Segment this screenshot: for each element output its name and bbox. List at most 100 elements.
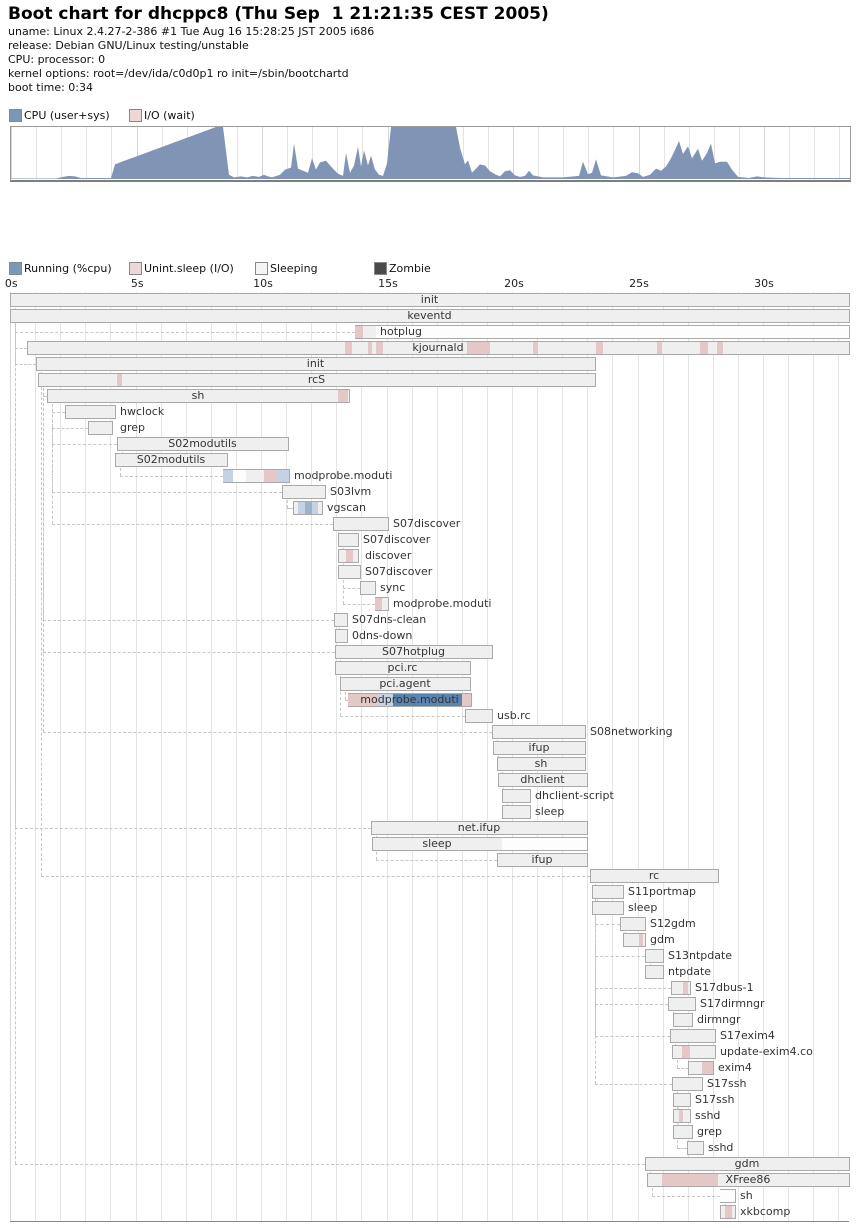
process-label: modprobe.moduti	[393, 597, 491, 611]
process-bar	[671, 981, 691, 995]
process-label: dirmngr	[697, 1013, 741, 1027]
process-bar	[282, 485, 326, 499]
process-label: sleep	[422, 837, 451, 851]
process-bar	[372, 837, 588, 851]
process-label: net.ifup	[371, 821, 587, 835]
process-state-segment	[639, 934, 643, 946]
tree-connector	[52, 428, 88, 429]
process-label: modprobe.moduti	[348, 693, 471, 707]
process-bar	[88, 421, 113, 435]
tree-connector	[52, 404, 53, 524]
process-label: S07discover	[365, 565, 432, 579]
process-tree-chart: initkeventdhotplugkjournaldinitrcSshhwcl…	[0, 0, 860, 1228]
process-bar	[592, 901, 624, 915]
process-state-segment	[346, 550, 353, 562]
process-label: sh	[497, 757, 585, 771]
process-bar	[670, 1029, 716, 1043]
tree-connector	[677, 1068, 688, 1069]
process-label: gdm	[645, 1157, 849, 1171]
process-label: keventd	[10, 309, 849, 323]
tree-connector	[345, 692, 346, 700]
tree-connector	[287, 500, 288, 508]
process-bar	[623, 933, 646, 947]
tree-connector	[343, 588, 360, 589]
tree-connector	[652, 1196, 720, 1197]
process-label: S17dbus-1	[695, 981, 754, 995]
process-bar	[592, 885, 624, 899]
process-bar	[673, 1093, 691, 1107]
process-label: rcS	[38, 373, 595, 387]
tree-connector	[595, 1084, 672, 1085]
process-state-segment	[725, 1206, 732, 1218]
process-label: S17dirmngr	[700, 997, 765, 1011]
process-label: sleep	[535, 805, 564, 819]
tree-connector	[43, 732, 492, 733]
process-label: S03lvm	[330, 485, 371, 499]
process-bar	[338, 565, 361, 579]
process-label: grep	[697, 1125, 722, 1139]
process-state-segment	[720, 1190, 735, 1202]
process-state-segment	[305, 502, 312, 514]
tree-connector	[52, 412, 65, 413]
process-label: S17ssh	[707, 1077, 746, 1091]
process-bar	[720, 1189, 736, 1203]
process-bar	[335, 629, 348, 643]
process-state-segment	[702, 1062, 713, 1074]
process-state-segment	[223, 470, 233, 482]
tree-connector	[15, 364, 36, 365]
process-label: sshd	[695, 1109, 720, 1123]
process-label: hotplug	[380, 325, 422, 339]
process-label: hwclock	[120, 405, 164, 419]
tree-connector	[15, 1164, 645, 1165]
tree-connector	[15, 308, 16, 1164]
tree-connector	[677, 1060, 678, 1068]
process-label: S13ntpdate	[668, 949, 732, 963]
process-bar	[502, 805, 531, 819]
process-bar	[720, 1205, 736, 1219]
process-state-segment	[233, 470, 246, 482]
process-bar	[645, 949, 664, 963]
process-label: S17exim4	[720, 1029, 775, 1043]
process-label: dhclient	[498, 773, 587, 787]
process-label: update-exim4.co	[720, 1045, 813, 1059]
tree-connector	[120, 468, 121, 476]
tree-connector	[595, 956, 645, 957]
process-label: pci.rc	[335, 661, 470, 675]
process-label: sync	[380, 581, 405, 595]
tree-connector	[41, 372, 42, 876]
process-state-segment	[312, 502, 318, 514]
process-bar	[360, 581, 376, 595]
process-label: ifup	[493, 741, 585, 755]
tree-connector	[595, 924, 620, 925]
process-bar	[673, 1109, 691, 1123]
process-label: ntpdate	[668, 965, 711, 979]
process-state-segment	[355, 326, 363, 338]
process-label: grep	[120, 421, 145, 435]
process-label: discover	[365, 549, 411, 563]
process-label: kjournald	[27, 341, 849, 355]
tree-connector	[52, 492, 282, 493]
process-label: gdm	[650, 933, 675, 947]
tree-connector	[41, 876, 590, 877]
tree-connector	[43, 652, 335, 653]
tree-connector	[43, 388, 44, 732]
tree-connector	[376, 860, 497, 861]
process-bar	[688, 1061, 714, 1075]
process-state-segment	[683, 982, 688, 994]
process-state-segment	[502, 838, 587, 850]
process-state-segment	[682, 1046, 690, 1058]
tree-connector	[15, 348, 27, 349]
process-label: sleep	[628, 901, 657, 915]
tree-connector	[15, 332, 355, 333]
process-label: 0dns-down	[352, 629, 412, 643]
process-label: usb.rc	[497, 709, 531, 723]
process-bar	[355, 325, 850, 339]
tree-connector	[52, 524, 333, 525]
process-bar	[620, 917, 646, 931]
tree-connector	[52, 444, 117, 445]
process-label: sh	[740, 1189, 753, 1203]
process-bar	[687, 1141, 704, 1155]
process-label: exim4	[718, 1061, 752, 1075]
process-bar	[502, 789, 531, 803]
process-label: S17ssh	[695, 1093, 734, 1107]
